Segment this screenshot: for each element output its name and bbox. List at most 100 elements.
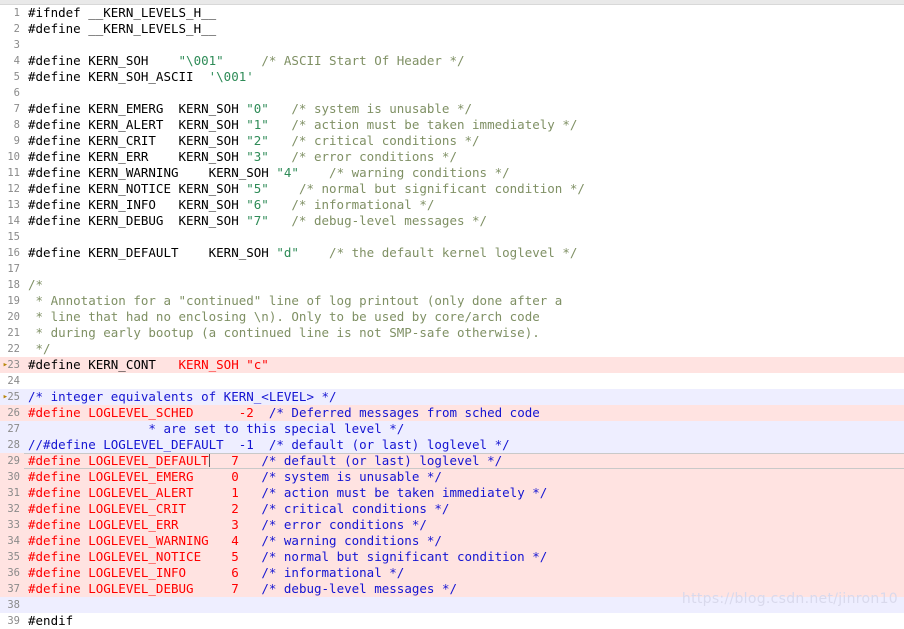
code-line-content[interactable]: #define KERN_CONT KERN_SOH "c"	[24, 357, 904, 373]
code-line[interactable]: 30 #define LOGLEVEL_EMERG 0 /* system is …	[0, 469, 904, 485]
code-line[interactable]: 14 #define KERN_DEBUG KERN_SOH "7" /* deb…	[0, 213, 904, 229]
code-line[interactable]: 16 #define KERN_DEFAULT KERN_SOH "d" /* t…	[0, 245, 904, 261]
code-line-content[interactable]: //#define LOGLEVEL_DEFAULT -1 /* default…	[24, 437, 904, 453]
code-line-content[interactable]: /* integer equivalents of KERN_<LEVEL> *…	[24, 389, 904, 405]
code-line-content[interactable]: #define KERN_ALERT KERN_SOH "1" /* actio…	[24, 117, 904, 133]
code-line[interactable]: 13 #define KERN_INFO KERN_SOH "6" /* info…	[0, 197, 904, 213]
code-line[interactable]: 6	[0, 85, 904, 101]
code-line-content[interactable]: #define KERN_WARNING KERN_SOH "4" /* war…	[24, 165, 904, 181]
code-line-content[interactable]: #define KERN_INFO KERN_SOH "6" /* inform…	[24, 197, 904, 213]
code-line-content[interactable]: #define KERN_DEBUG KERN_SOH "7" /* debug…	[24, 213, 904, 229]
code-line[interactable]: ▸ 23 #define KERN_CONT KERN_SOH "c"	[0, 357, 904, 373]
code-line[interactable]: 8 #define KERN_ALERT KERN_SOH "1" /* acti…	[0, 117, 904, 133]
code-token-str: "6"	[246, 197, 269, 212]
code-line[interactable]: 38	[0, 597, 904, 613]
code-line-content[interactable]: #define __KERN_LEVELS_H__	[24, 21, 904, 37]
line-number-text: 5	[13, 71, 20, 83]
code-line[interactable]: 12 #define KERN_NOTICE KERN_SOH "5" /* no…	[0, 181, 904, 197]
code-line-content[interactable]: #define LOGLEVEL_SCHED -2 /* Deferred me…	[24, 405, 904, 421]
line-number: 31	[0, 485, 24, 501]
code-line-content[interactable]: #define LOGLEVEL_DEBUG 7 /* debug-level …	[24, 581, 904, 597]
code-line[interactable]: 31 #define LOGLEVEL_ALERT 1 /* action mus…	[0, 485, 904, 501]
code-line-content[interactable]: #define KERN_ERR KERN_SOH "3" /* error c…	[24, 149, 904, 165]
code-line[interactable]: 27 * are set to this special level */	[0, 421, 904, 437]
code-line-content[interactable]: #define KERN_EMERG KERN_SOH "0" /* syste…	[24, 101, 904, 117]
code-token-plain: #ifndef __KERN_LEVELS_H__	[28, 5, 217, 20]
code-line-content[interactable]: #define LOGLEVEL_WARNING 4 /* warning co…	[24, 533, 904, 549]
code-line-content[interactable]	[24, 261, 904, 277]
code-line-content[interactable]: * Annotation for a "continued" line of l…	[24, 293, 904, 309]
code-line-content[interactable]: #define LOGLEVEL_ALERT 1 /* action must …	[24, 485, 904, 501]
code-line[interactable]: 26 #define LOGLEVEL_SCHED -2 /* Deferred …	[0, 405, 904, 421]
code-line[interactable]: 37 #define LOGLEVEL_DEBUG 7 /* debug-leve…	[0, 581, 904, 597]
line-number: 3	[0, 37, 24, 53]
code-token-red: 6	[231, 565, 239, 580]
code-line-content[interactable]: #define LOGLEVEL_DEFAULT 7 /* default (o…	[24, 453, 904, 469]
code-editor[interactable]: 1 #ifndef __KERN_LEVELS_H__ 2 #define __KER…	[0, 0, 904, 629]
code-line-content[interactable]	[24, 229, 904, 245]
line-number: 20	[0, 309, 24, 325]
code-line[interactable]: 11 #define KERN_WARNING KERN_SOH "4" /* w…	[0, 165, 904, 181]
code-line-content[interactable]: #define LOGLEVEL_NOTICE 5 /* normal but …	[24, 549, 904, 565]
code-line[interactable]: 4 #define KERN_SOH "\001" /* ASCII Start …	[0, 53, 904, 69]
code-line-content[interactable]: #endif	[24, 613, 904, 629]
code-line[interactable]: 24	[0, 373, 904, 389]
code-line[interactable]: 35 #define LOGLEVEL_NOTICE 5 /* normal bu…	[0, 549, 904, 565]
code-line[interactable]: 21 * during early bootup (a continued li…	[0, 325, 904, 341]
line-number-text: 14	[7, 215, 20, 227]
code-line[interactable]: 17	[0, 261, 904, 277]
code-line[interactable]: 10 #define KERN_ERR KERN_SOH "3" /* error…	[0, 149, 904, 165]
code-line[interactable]: 9 #define KERN_CRIT KERN_SOH "2" /* criti…	[0, 133, 904, 149]
code-line[interactable]: 20 * line that had no enclosing \n). Onl…	[0, 309, 904, 325]
code-line[interactable]: 2 #define __KERN_LEVELS_H__	[0, 21, 904, 37]
code-line-content[interactable]: #define KERN_CRIT KERN_SOH "2" /* critic…	[24, 133, 904, 149]
code-line-content[interactable]: #define LOGLEVEL_EMERG 0 /* system is un…	[24, 469, 904, 485]
code-line[interactable]: 29 #define LOGLEVEL_DEFAULT 7 /* default …	[0, 453, 904, 469]
code-token-str: "3"	[246, 149, 269, 164]
code-line[interactable]: 19 * Annotation for a "continued" line o…	[0, 293, 904, 309]
code-line-content[interactable]: /*	[24, 277, 904, 293]
code-line[interactable]: 32 #define LOGLEVEL_CRIT 2 /* critical co…	[0, 501, 904, 517]
code-line[interactable]: 28 //#define LOGLEVEL_DEFAULT -1 /* defau…	[0, 437, 904, 453]
code-line-content[interactable]: #define KERN_NOTICE KERN_SOH "5" /* norm…	[24, 181, 904, 197]
code-line[interactable]: 3	[0, 37, 904, 53]
code-line[interactable]: 22 */	[0, 341, 904, 357]
code-line-content[interactable]	[24, 37, 904, 53]
code-line-content[interactable]: */	[24, 341, 904, 357]
code-token-blue: * are set to this special level */	[148, 421, 405, 436]
code-line[interactable]: 34 #define LOGLEVEL_WARNING 4 /* warning …	[0, 533, 904, 549]
code-line[interactable]: 5 #define KERN_SOH_ASCII '\001'	[0, 69, 904, 85]
code-line-content[interactable]	[24, 85, 904, 101]
code-line-content[interactable]: #define LOGLEVEL_CRIT 2 /* critical cond…	[24, 501, 904, 517]
code-line-content[interactable]: #define LOGLEVEL_INFO 6 /* informational…	[24, 565, 904, 581]
code-line[interactable]: 33 #define LOGLEVEL_ERR 3 /* error condit…	[0, 517, 904, 533]
code-line-content[interactable]: #define KERN_SOH "\001" /* ASCII Start O…	[24, 53, 904, 69]
code-line[interactable]: 39 #endif	[0, 613, 904, 629]
line-number-text: 13	[7, 199, 20, 211]
code-line[interactable]: ▸ 25 /* integer equivalents of KERN_<LEVEL…	[0, 389, 904, 405]
code-line-content[interactable]	[24, 597, 904, 613]
code-line-content[interactable]: * are set to this special level */	[24, 421, 904, 437]
code-line-content[interactable]	[24, 373, 904, 389]
code-lines-container[interactable]: 1 #ifndef __KERN_LEVELS_H__ 2 #define __KER…	[0, 5, 904, 629]
code-line[interactable]: 36 #define LOGLEVEL_INFO 6 /* information…	[0, 565, 904, 581]
code-line-content[interactable]: * during early bootup (a continued line …	[24, 325, 904, 341]
line-number: 32	[0, 501, 24, 517]
code-token-red: 5	[231, 549, 239, 564]
code-line[interactable]: 18 /*	[0, 277, 904, 293]
code-line[interactable]: 7 #define KERN_EMERG KERN_SOH "0" /* syst…	[0, 101, 904, 117]
code-line-content[interactable]: #define KERN_DEFAULT KERN_SOH "d" /* the…	[24, 245, 904, 261]
line-number: 39	[0, 613, 24, 629]
code-line[interactable]: 15	[0, 229, 904, 245]
code-line-content[interactable]: * line that had no enclosing \n). Only t…	[24, 309, 904, 325]
line-number-text: 8	[13, 119, 20, 131]
code-line[interactable]: 1 #ifndef __KERN_LEVELS_H__	[0, 5, 904, 21]
code-line-content[interactable]: #ifndef __KERN_LEVELS_H__	[24, 5, 904, 21]
code-token-plain: #define KERN_DEFAULT KERN_SOH	[28, 245, 277, 260]
code-line-content[interactable]: #define KERN_SOH_ASCII '\001'	[24, 69, 904, 85]
line-number-text: 15	[7, 231, 20, 243]
code-line-content[interactable]: #define LOGLEVEL_ERR 3 /* error conditio…	[24, 517, 904, 533]
